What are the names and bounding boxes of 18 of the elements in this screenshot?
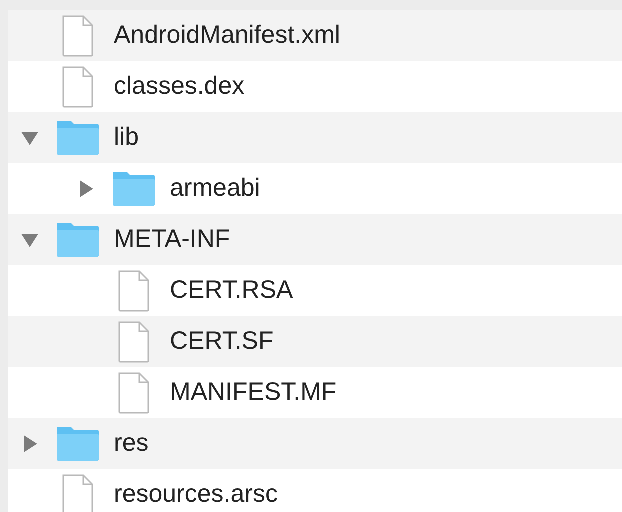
- file-name[interactable]: classes.dex: [114, 72, 245, 101]
- file-icon: [118, 320, 150, 362]
- folder-icon: [56, 120, 100, 156]
- file-icon: [62, 66, 94, 108]
- file-icon: [118, 372, 150, 414]
- folder-name[interactable]: armeabi: [170, 174, 260, 203]
- file-name[interactable]: resources.arsc: [114, 480, 278, 509]
- folder-name[interactable]: res: [114, 429, 149, 458]
- file-name[interactable]: CERT.RSA: [170, 276, 294, 305]
- folder-icon: [112, 170, 156, 206]
- folder-icon: [56, 426, 100, 462]
- file-icon: [118, 270, 150, 312]
- file-name[interactable]: MANIFEST.MF: [170, 378, 337, 407]
- folder-name[interactable]: META-INF: [114, 225, 230, 254]
- file-icon: [62, 14, 94, 56]
- folder-name[interactable]: lib: [114, 123, 140, 152]
- folder-icon: [56, 222, 100, 258]
- file-name[interactable]: CERT.SF: [170, 327, 274, 356]
